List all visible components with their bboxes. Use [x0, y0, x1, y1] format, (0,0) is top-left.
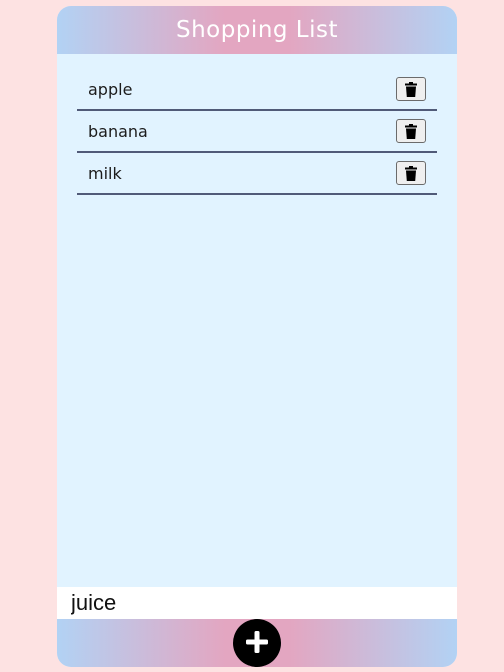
delete-item-button[interactable]: [396, 77, 426, 101]
header-bar: Shopping List: [57, 6, 457, 54]
delete-item-button[interactable]: [396, 161, 426, 185]
new-item-row: [57, 587, 457, 619]
list-item-label: apple: [88, 79, 133, 99]
footer-bar: [57, 619, 457, 667]
shopping-list-app: Shopping List apple banana milk juice: [57, 6, 457, 667]
plus-icon: [245, 630, 269, 657]
new-item-input[interactable]: [57, 587, 457, 619]
shopping-list: apple banana milk: [77, 69, 437, 195]
list-item-label: milk: [88, 163, 122, 183]
list-item: milk: [77, 153, 437, 195]
app-title: Shopping List: [175, 17, 339, 43]
list-item: apple: [77, 69, 437, 111]
trash-icon: [405, 81, 417, 97]
add-item-button[interactable]: [233, 619, 281, 667]
list-item: banana: [77, 111, 437, 153]
list-item-label: banana: [88, 121, 148, 141]
delete-item-button[interactable]: [396, 119, 426, 143]
trash-icon: [405, 123, 417, 139]
trash-icon: [405, 165, 417, 181]
